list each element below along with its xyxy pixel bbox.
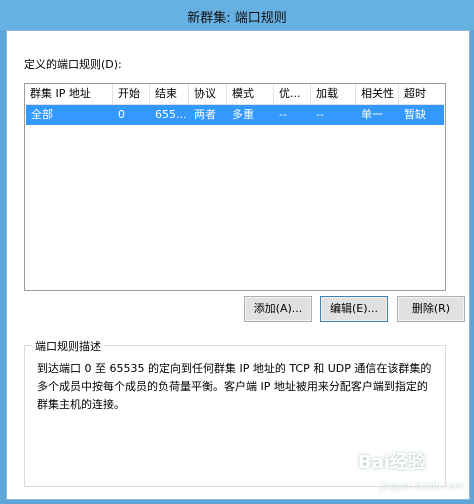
column-header-protocol[interactable]: 协议 xyxy=(189,84,227,104)
window-frame: 新群集: 端口规则 定义的端口规则(D): 群集 IP 地址 开始 结束 协议 … xyxy=(0,0,474,504)
add-button[interactable]: 添加(A)... xyxy=(244,296,312,322)
rule-description-text: 到达端口 0 至 65535 的定向到任何群集 IP 地址的 TCP 和 UDP… xyxy=(37,362,432,411)
column-header-priority[interactable]: 优... xyxy=(274,84,311,104)
port-rules-list[interactable]: 群集 IP 地址 开始 结束 协议 模式 优... 加载 相关性 超时 全部 0… xyxy=(24,83,446,291)
window-title: 新群集: 端口规则 xyxy=(187,11,287,26)
cell-cluster-ip: 全部 xyxy=(31,108,53,121)
watermark-subtext: jingyan.baidu.com xyxy=(380,482,464,492)
remove-button[interactable]: 删除(R) xyxy=(397,296,465,322)
rules-list-label: 定义的端口规则(D): xyxy=(24,58,122,71)
cell-priority: -- xyxy=(279,108,287,121)
column-header-end[interactable]: 结束 xyxy=(150,84,189,104)
paw-icon xyxy=(329,450,354,475)
column-header-load[interactable]: 加载 xyxy=(311,84,356,104)
rule-description-title: 端口规则描述 xyxy=(32,338,104,354)
cell-protocol: 两者 xyxy=(194,108,216,121)
column-header-affinity[interactable]: 相关性 xyxy=(356,84,399,104)
cell-timeout: 暂缺 xyxy=(404,108,426,121)
edit-button[interactable]: 编辑(E)... xyxy=(320,296,388,322)
baidu-watermark: Bai经验 jingyan.baidu.com xyxy=(324,440,474,504)
column-header-mode[interactable]: 模式 xyxy=(227,84,274,104)
list-header: 群集 IP 地址 开始 结束 协议 模式 优... 加载 相关性 超时 xyxy=(25,84,445,105)
title-bar[interactable]: 新群集: 端口规则 xyxy=(0,0,474,30)
cell-load: -- xyxy=(316,108,324,121)
cell-mode: 多重 xyxy=(232,108,254,121)
table-row[interactable]: 全部 0 655... 两者 多重 -- -- 单一 暂缺 xyxy=(26,105,444,125)
column-header-cluster-ip[interactable]: 群集 IP 地址 xyxy=(25,84,113,104)
cell-affinity: 单一 xyxy=(361,108,383,121)
watermark-text: Bai经验 xyxy=(358,452,427,473)
column-header-timeout[interactable]: 超时 xyxy=(399,84,445,104)
cell-end: 655... xyxy=(155,108,187,121)
column-header-start[interactable]: 开始 xyxy=(113,84,150,104)
cell-start: 0 xyxy=(118,108,125,121)
